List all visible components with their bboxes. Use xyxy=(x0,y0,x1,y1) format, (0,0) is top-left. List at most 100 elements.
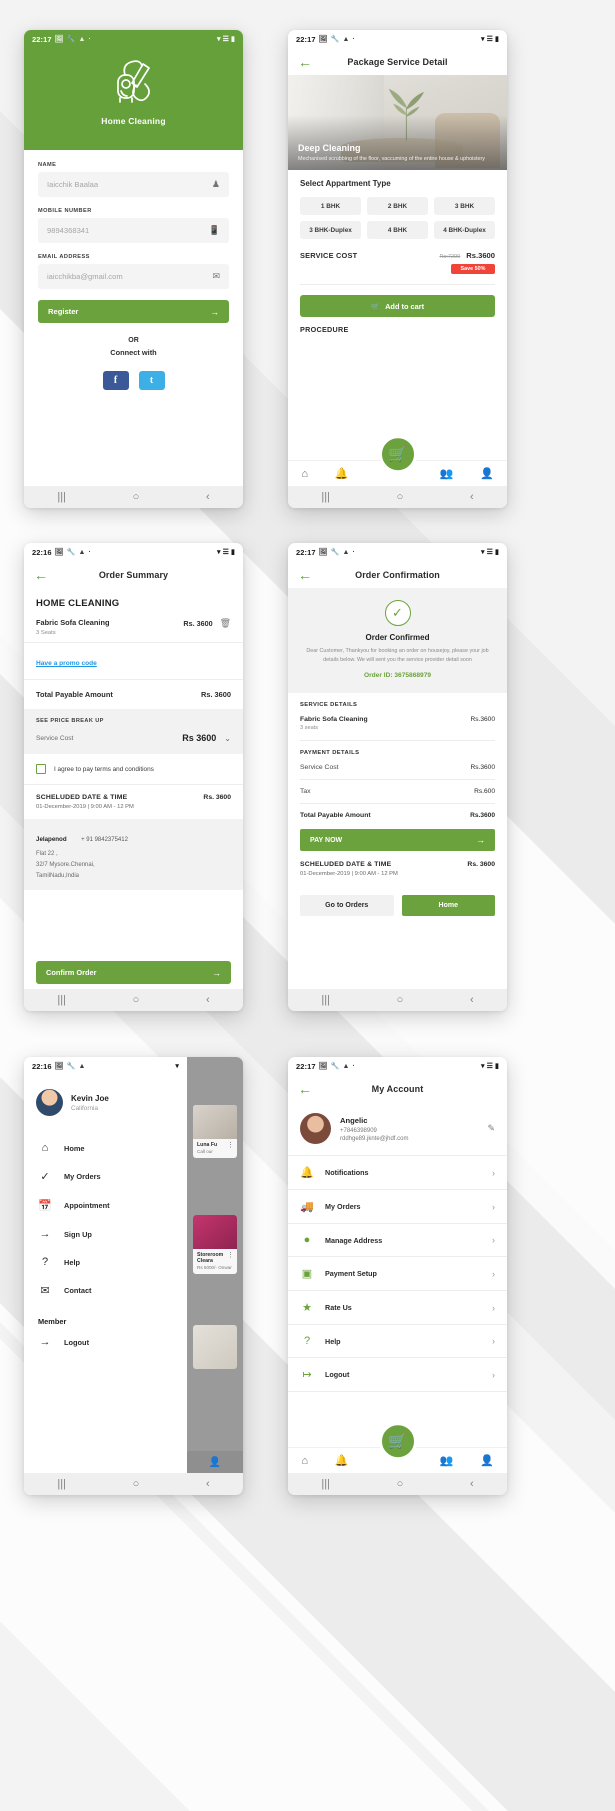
sidebar-item-my-orders[interactable]: ✓ My Orders xyxy=(24,1162,187,1191)
chip-4bhk[interactable]: 4 BHK xyxy=(367,221,428,239)
tab-notifications-icon[interactable]: 🔔 xyxy=(335,1454,349,1467)
sidebar-item-logout[interactable]: → Logout xyxy=(24,1328,187,1356)
tab-notifications-icon[interactable]: 🔔 xyxy=(335,467,349,480)
home-button[interactable]: Home xyxy=(401,895,495,917)
total-label: Total Payable Amount xyxy=(36,690,113,699)
nav-recents-button[interactable]: ||| xyxy=(57,1478,66,1490)
nav-back-button[interactable]: ‹ xyxy=(470,1478,474,1490)
email-input[interactable]: iaicchikba@gmail.com ✉ xyxy=(38,264,229,289)
breakup-value: Rs 3600 xyxy=(182,733,217,743)
signal-icon: ☰ xyxy=(486,36,494,43)
calendar-icon: 📅 xyxy=(38,1200,52,1212)
nav-home-button[interactable]: ○ xyxy=(397,491,404,503)
app-bar: ← Package Service Detail xyxy=(288,48,507,75)
twitter-button[interactable]: t xyxy=(138,371,165,390)
nav-home-button[interactable]: ○ xyxy=(133,491,140,503)
sidebar-item-label: Contact xyxy=(64,1286,92,1295)
nav-back-button[interactable]: ‹ xyxy=(470,994,474,1006)
drawer-scrim-content[interactable]: Luna Fu Call our ⋮ Storeroom Cleara Rs 5… xyxy=(187,1057,243,1495)
procedure-label: PROCEDURE xyxy=(300,325,349,334)
list-item[interactable]: Luna Fu Call our ⋮ xyxy=(193,1105,237,1158)
chip-2bhk[interactable]: 2 BHK xyxy=(367,197,428,215)
account-item-label: Rate Us xyxy=(325,1303,352,1312)
tab-profile-icon[interactable]: 👤 xyxy=(480,467,494,480)
drawer-profile[interactable]: Kevin Joe California xyxy=(24,1075,187,1128)
chip-3bhk[interactable]: 3 BHK xyxy=(434,197,495,215)
chip-3bhk-duplex[interactable]: 3 BHK-Duplex xyxy=(300,221,361,239)
warning-icon: ▲ xyxy=(342,548,350,556)
terms-row[interactable]: I agree to pay terms and conditions xyxy=(24,754,243,784)
more-options-icon[interactable]: ⋮ xyxy=(227,1141,234,1149)
cart-fab-button[interactable]: 🛒 xyxy=(378,1421,417,1460)
nav-home-button[interactable]: ○ xyxy=(133,1478,140,1490)
or-label: OR xyxy=(128,337,139,344)
cart-fab-button[interactable]: 🛒 xyxy=(378,434,417,473)
tab-people-icon[interactable]: 👥 xyxy=(440,467,454,480)
account-item-logout[interactable]: ↦ Logout › xyxy=(288,1358,507,1391)
drawer-menu: ⌂ Home ✓ My Orders 📅 Appointment → Sign … xyxy=(24,1128,187,1356)
account-item-manage-address[interactable]: ● Manage Address › xyxy=(288,1224,507,1256)
promo-code-link[interactable]: Have a promo code xyxy=(36,660,97,667)
total-value: Rs. 3600 xyxy=(201,690,231,699)
nav-recents-button[interactable]: ||| xyxy=(57,994,66,1006)
nav-back-button[interactable]: ‹ xyxy=(206,994,210,1006)
tab-people-icon[interactable]: 👥 xyxy=(440,1454,454,1467)
register-hero: 22:17 🖼 🔧 ▲ · ▾ ☰ ▮ Home Cleaning xyxy=(24,30,243,150)
sidebar-item-help[interactable]: ? Help xyxy=(24,1248,187,1276)
page-title: Package Service Detail xyxy=(347,56,448,67)
pencil-icon[interactable]: ✎ xyxy=(487,1123,495,1134)
nav-recents-button[interactable]: ||| xyxy=(57,491,66,503)
nav-home-button[interactable]: ○ xyxy=(397,994,404,1006)
account-item-help[interactable]: ? Help › xyxy=(288,1325,507,1357)
account-item-my-orders[interactable]: 🚚 My Orders › xyxy=(288,1190,507,1223)
tab-profile-icon[interactable]: 👤 xyxy=(209,1457,221,1468)
chip-1bhk[interactable]: 1 BHK xyxy=(300,197,361,215)
order-id: Order ID: 3675868979 xyxy=(363,672,432,680)
sidebar-item-appointment[interactable]: 📅 Appointment xyxy=(24,1191,187,1220)
divider xyxy=(300,779,495,781)
register-button[interactable]: Register → xyxy=(38,300,229,323)
chevron-down-icon[interactable]: ⌄ xyxy=(224,734,231,743)
confirm-order-button[interactable]: Confirm Order → xyxy=(36,961,231,984)
tab-home-icon[interactable]: ⌂ xyxy=(301,1455,308,1467)
terms-checkbox[interactable] xyxy=(36,764,46,774)
payment-details-caption: PAYMENT DETAILS xyxy=(300,750,360,757)
more-options-icon[interactable]: ⋮ xyxy=(227,1251,234,1259)
account-item-notifications[interactable]: 🔔 Notifications › xyxy=(288,1156,507,1189)
item-sub: 3 Seats xyxy=(36,630,56,636)
trash-icon[interactable]: 🗑 xyxy=(220,618,231,629)
name-input[interactable]: Iaicchik Baalaa ♟ xyxy=(38,172,229,197)
mobile-input[interactable]: 9894368341 📱 xyxy=(38,218,229,243)
go-to-orders-button[interactable]: Go to Orders xyxy=(300,895,394,917)
payment-label: Tax xyxy=(300,788,311,796)
sidebar-item-sign-up[interactable]: → Sign Up xyxy=(24,1220,187,1248)
category-heading: HOME CLEANING xyxy=(36,598,120,609)
scheduled-price: Rs. 3600 xyxy=(467,861,495,869)
facebook-button[interactable]: f xyxy=(102,371,129,390)
nav-recents-button[interactable]: ||| xyxy=(321,1478,330,1490)
image-icon: 🖼 xyxy=(318,1063,328,1070)
tab-home-icon[interactable]: ⌂ xyxy=(301,468,308,480)
account-item-rate-us[interactable]: ★ Rate Us › xyxy=(288,1291,507,1324)
chip-4bhk-duplex[interactable]: 4 BHK-Duplex xyxy=(434,221,495,239)
nav-recents-button[interactable]: ||| xyxy=(321,994,330,1006)
nav-recents-button[interactable]: ||| xyxy=(321,491,330,503)
nav-back-button[interactable]: ‹ xyxy=(206,1478,210,1490)
add-to-cart-button[interactable]: 🛒 Add to cart xyxy=(300,295,495,317)
screen-order-confirmation: 22:17 🖼 🔧 ▲ · ▾ ☰ ▮ ← Order Confirmation… xyxy=(288,543,507,1011)
sidebar-item-contact[interactable]: ✉ Contact xyxy=(24,1276,187,1305)
nav-home-button[interactable]: ○ xyxy=(133,994,140,1006)
tab-profile-icon[interactable]: 👤 xyxy=(480,1454,494,1467)
nav-back-button[interactable]: ‹ xyxy=(206,491,210,503)
nav-home-button[interactable]: ○ xyxy=(397,1478,404,1490)
pay-now-button[interactable]: PAY NOW → xyxy=(300,829,495,852)
account-user-phone: +7846398909 xyxy=(340,1127,377,1134)
nav-back-button[interactable]: ‹ xyxy=(470,491,474,503)
photo-title: Deep Cleaning xyxy=(298,142,361,153)
list-item[interactable]: Storeroom Cleara Rs 5000/- Onwar ⋮ xyxy=(193,1215,237,1274)
footer-buttons: Go to Orders Home xyxy=(288,895,507,917)
sidebar-item-home[interactable]: ⌂ Home xyxy=(24,1134,187,1162)
field-mobile-label: MOBILE NUMBER xyxy=(38,208,92,214)
screen-order-summary: 22:16 🖼 🔧 ▲ · ▾ ☰ ▮ ← Order Summary HOME… xyxy=(24,543,243,1011)
account-item-payment-setup[interactable]: ▣ Payment Setup › xyxy=(288,1257,507,1290)
